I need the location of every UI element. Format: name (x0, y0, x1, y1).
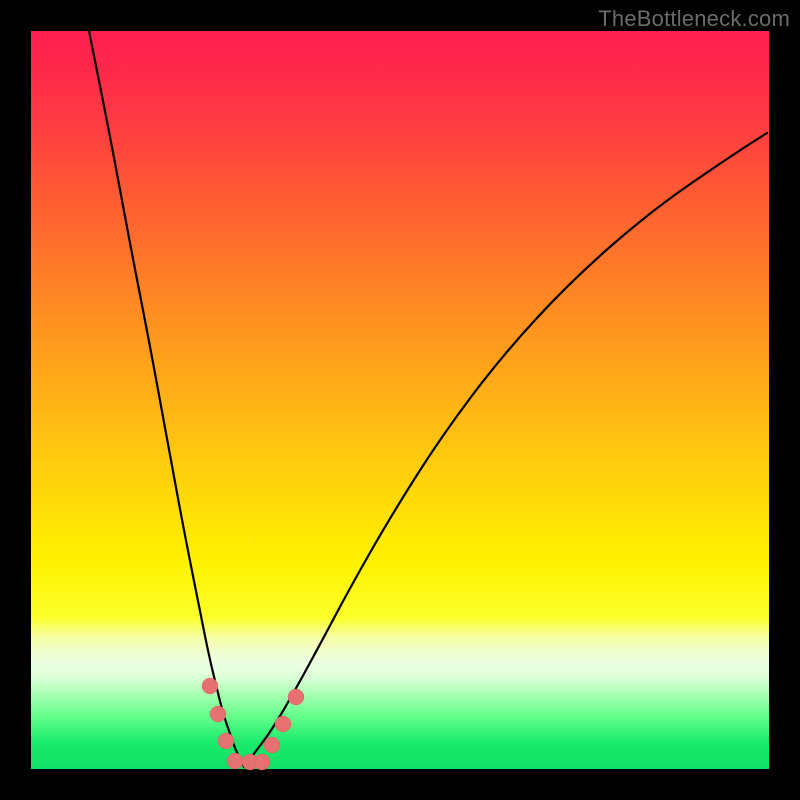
marker-dot (264, 737, 280, 753)
curve-right-branch (244, 133, 767, 767)
marker-dot (218, 733, 234, 749)
curve-layer (31, 31, 769, 769)
curve-left-branch (89, 31, 244, 767)
marker-dot (210, 706, 226, 722)
marker-dot (288, 689, 304, 705)
marker-dot (202, 678, 218, 694)
outer-frame: TheBottleneck.com (0, 0, 800, 800)
watermark-text: TheBottleneck.com (598, 6, 790, 32)
plot-area (31, 31, 769, 769)
marker-dot (254, 754, 270, 770)
marker-dot (275, 716, 291, 732)
marker-dot (227, 753, 243, 769)
